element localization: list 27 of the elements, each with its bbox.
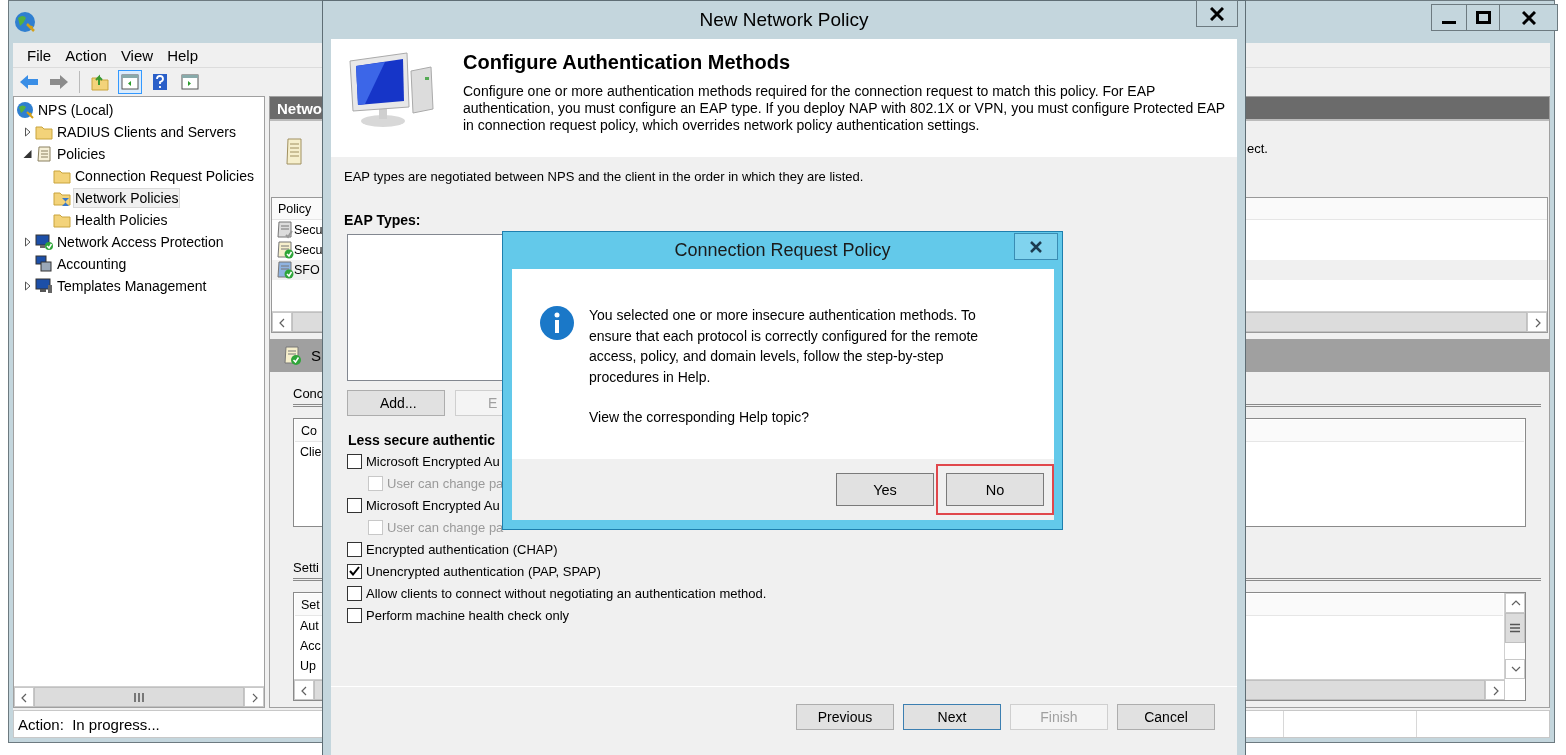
checkbox-label: User can change pa — [387, 475, 504, 491]
checkbox-label: Encrypted authentication (CHAP) — [366, 541, 558, 557]
checkbox-label: Microsoft Encrypted Au — [366, 497, 500, 513]
dialog-button: Finish — [1010, 704, 1108, 730]
description-text: ect. — [1247, 141, 1268, 156]
table-cell: Aut — [300, 619, 319, 633]
policy-name: Secu — [294, 243, 323, 257]
policy-name: SFO — [294, 263, 320, 277]
checkbox-label: Allow clients to connect without negotiating an authentication method. — [366, 585, 767, 601]
table-cell: Up — [300, 659, 316, 673]
window-title: New Network Policy — [699, 9, 869, 31]
page-heading: Configure Authentication Methods — [463, 51, 791, 74]
checkbox-label: Perform machine health check only — [366, 607, 570, 623]
question-text: View the corresponding Help topic? — [589, 408, 810, 427]
checkbox-label: Unencrypted authentication (PAP, SPAP) — [366, 563, 601, 579]
field-label: EAP Types: — [344, 212, 422, 228]
status-text: Action: In progress... — [18, 715, 160, 733]
message-text: You selected one or more insecure authentication methods. To ensure that each protocol is correctly configured for the remote access, policy, and domain levels, follow the step-by-step procedures in Help. — [589, 306, 980, 387]
checkbox-label: Microsoft Encrypted Au — [366, 453, 500, 469]
info-text: EAP types are negotiated between NPS and the client in the order in which they are listed. — [344, 169, 865, 184]
section-heading: Less secure authentic — [348, 432, 497, 448]
checkbox-label: User can change pa — [387, 519, 504, 535]
table-cell: Clie — [300, 445, 322, 459]
policy-name: Secu — [294, 223, 323, 237]
details-title: S — [311, 347, 321, 364]
dialog-title: Connection Request Policy — [674, 240, 891, 261]
table-cell: Acc — [300, 639, 321, 653]
